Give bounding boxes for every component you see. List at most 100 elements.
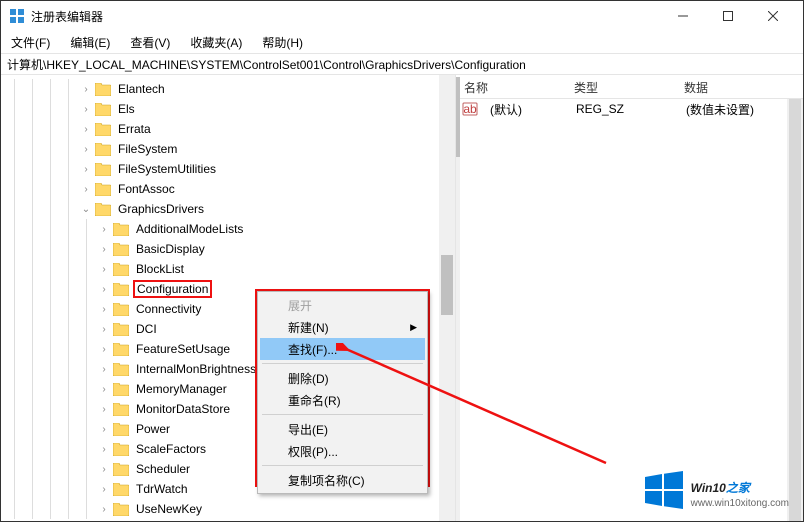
chevron-right-icon[interactable]: › — [97, 482, 111, 496]
close-button[interactable] — [750, 1, 795, 31]
chevron-right-icon[interactable]: › — [79, 142, 93, 156]
chevron-right-icon[interactable]: › — [79, 102, 93, 116]
list-row[interactable]: ab (默认) REG_SZ (数值未设置) — [456, 99, 803, 119]
tree-item-label: Configuration — [133, 280, 212, 298]
menu-help[interactable]: 帮助(H) — [258, 32, 307, 53]
ctx-expand[interactable]: 展开 — [260, 294, 425, 316]
tree-item-label: Errata — [115, 121, 154, 137]
tree-item-label: Connectivity — [133, 301, 204, 317]
tree-item-label: UseNewKey — [133, 501, 205, 517]
folder-icon — [113, 243, 129, 256]
ctx-export[interactable]: 导出(E) — [260, 418, 425, 440]
folder-icon — [113, 463, 129, 476]
folder-icon — [113, 423, 129, 436]
menu-view[interactable]: 查看(V) — [126, 32, 174, 53]
tree-item-filesystemutilities[interactable]: › FileSystemUtilities — [1, 159, 455, 179]
folder-icon — [113, 363, 129, 376]
folder-icon — [95, 183, 111, 196]
splitter-thumb[interactable] — [456, 77, 460, 157]
col-data[interactable]: 数据 — [676, 75, 803, 98]
chevron-right-icon[interactable]: › — [97, 242, 111, 256]
tree-item-additionalmodelists[interactable]: › AdditionalModeLists — [1, 219, 455, 239]
splitter-scrollbar[interactable] — [456, 77, 460, 521]
chevron-right-icon[interactable]: › — [79, 162, 93, 176]
chevron-right-icon[interactable]: › — [97, 322, 111, 336]
titlebar: 注册表编辑器 — [1, 1, 803, 31]
cell-type: REG_SZ — [568, 100, 678, 118]
chevron-right-icon[interactable]: › — [97, 222, 111, 236]
address-bar[interactable]: 计算机\HKEY_LOCAL_MACHINE\SYSTEM\ControlSet… — [1, 53, 803, 75]
tree-item-fontassoc[interactable]: › FontAssoc — [1, 179, 455, 199]
folder-icon — [113, 263, 129, 276]
watermark: Win10之家 www.win10xitong.com — [643, 469, 789, 511]
chevron-right-icon[interactable]: › — [97, 502, 111, 516]
ctx-delete[interactable]: 删除(D) — [260, 367, 425, 389]
chevron-right-icon[interactable]: › — [79, 182, 93, 196]
folder-icon — [113, 343, 129, 356]
cell-name: (默认) — [482, 99, 568, 120]
folder-icon — [95, 123, 111, 136]
tree-scrollbar[interactable] — [439, 75, 455, 521]
tree-item-errata[interactable]: › Errata — [1, 119, 455, 139]
folder-icon — [113, 323, 129, 336]
watermark-title: Win10之家 — [691, 472, 750, 498]
folder-icon — [113, 503, 129, 516]
minimize-button[interactable] — [660, 1, 705, 31]
tree-item-label: BasicDisplay — [133, 241, 208, 257]
tree-item-label: Power — [133, 421, 173, 437]
tree-item-blocklist[interactable]: ›BlockList — [1, 259, 455, 279]
list-scrollbar[interactable] — [787, 99, 803, 521]
tree-item-label: MemoryManager — [133, 381, 230, 397]
chevron-right-icon[interactable]: › — [97, 282, 111, 296]
chevron-right-icon[interactable]: › — [79, 122, 93, 136]
list-pane[interactable]: 名称 类型 数据 ab (默认) REG_SZ (数值未设置) — [456, 75, 803, 521]
tree-item-label: FileSystemUtilities — [115, 161, 219, 177]
menubar: 文件(F) 编辑(E) 查看(V) 收藏夹(A) 帮助(H) — [1, 31, 803, 53]
chevron-right-icon[interactable]: › — [97, 362, 111, 376]
tree-item-label: Elantech — [115, 81, 168, 97]
menu-file[interactable]: 文件(F) — [7, 32, 54, 53]
chevron-right-icon[interactable]: › — [97, 342, 111, 356]
ctx-separator — [262, 363, 423, 364]
ctx-rename[interactable]: 重命名(R) — [260, 389, 425, 411]
list-scroll-thumb[interactable] — [789, 99, 801, 521]
folder-icon — [113, 443, 129, 456]
chevron-right-icon[interactable]: › — [97, 382, 111, 396]
folder-icon — [95, 83, 111, 96]
folder-icon — [113, 223, 129, 236]
chevron-right-icon[interactable]: › — [97, 302, 111, 316]
tree-item-basicdisplay[interactable]: › BasicDisplay — [1, 239, 455, 259]
chevron-right-icon[interactable]: › — [79, 82, 93, 96]
folder-icon — [95, 143, 111, 156]
ctx-separator — [262, 414, 423, 415]
tree-item-label: MonitorDataStore — [133, 401, 233, 417]
tree-item-graphicsdrivers[interactable]: ⌄GraphicsDrivers — [1, 199, 455, 219]
col-type[interactable]: 类型 — [566, 75, 676, 98]
ctx-permissions[interactable]: 权限(P)... — [260, 440, 425, 462]
tree-scroll-thumb[interactable] — [441, 255, 453, 315]
submenu-arrow-icon: ▶ — [410, 322, 417, 333]
menu-favorites[interactable]: 收藏夹(A) — [186, 32, 246, 53]
ctx-find[interactable]: 查找(F)... — [260, 338, 425, 360]
menu-edit[interactable]: 编辑(E) — [66, 32, 114, 53]
chevron-down-icon[interactable]: ⌄ — [79, 202, 93, 216]
maximize-button[interactable] — [705, 1, 750, 31]
tree-item-label: FeatureSetUsage — [133, 341, 233, 357]
tree-item-filesystem[interactable]: ›FileSystem — [1, 139, 455, 159]
ctx-new[interactable]: 新建(N)▶ — [260, 316, 425, 338]
ctx-copykeyname[interactable]: 复制项名称(C) — [260, 469, 425, 491]
tree-item-label: FontAssoc — [115, 181, 178, 197]
chevron-right-icon[interactable]: › — [97, 422, 111, 436]
chevron-right-icon[interactable]: › — [97, 402, 111, 416]
folder-icon — [113, 303, 129, 316]
chevron-right-icon[interactable]: › — [97, 462, 111, 476]
folder-icon — [113, 383, 129, 396]
tree-item-usenewkey[interactable]: › UseNewKey — [1, 499, 455, 519]
tree-item-els[interactable]: ›Els — [1, 99, 455, 119]
chevron-right-icon[interactable]: › — [97, 262, 111, 276]
chevron-right-icon[interactable]: › — [97, 442, 111, 456]
tree-item-label: Scheduler — [133, 461, 193, 477]
tree-item-label: AdditionalModeLists — [133, 221, 246, 237]
col-name[interactable]: 名称 — [456, 75, 566, 98]
tree-item-elantech[interactable]: › Elantech — [1, 79, 455, 99]
